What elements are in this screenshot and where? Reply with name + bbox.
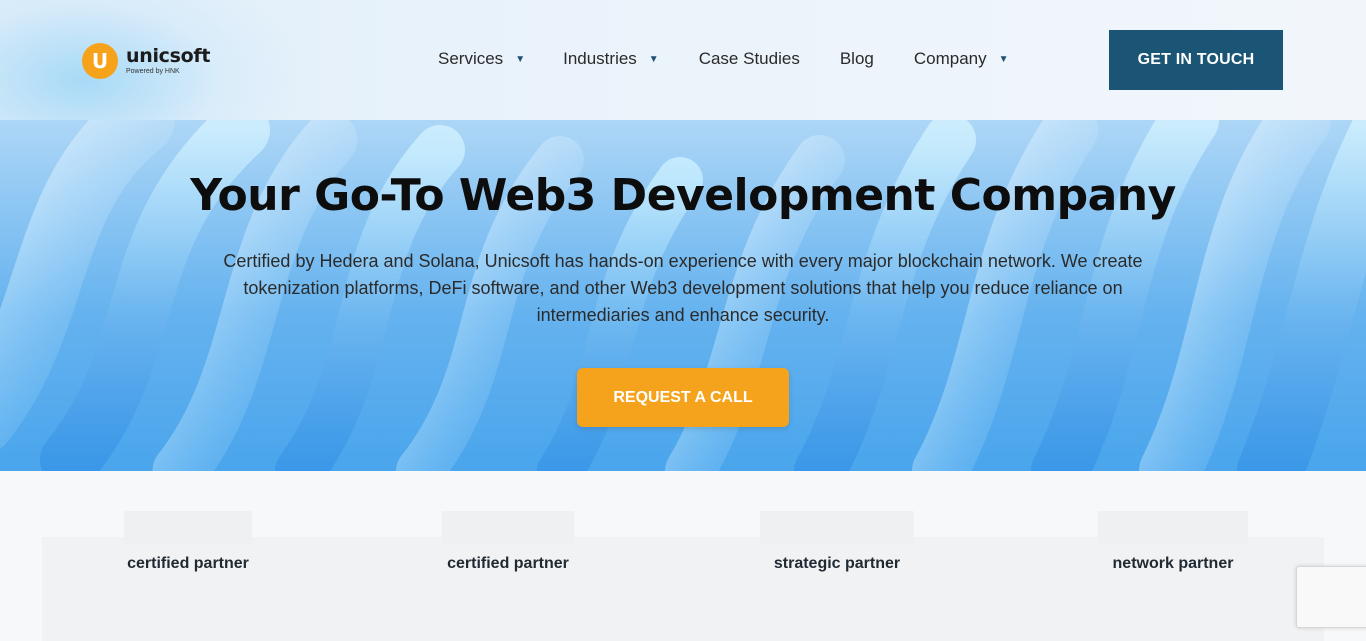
partner-label: certified partner bbox=[447, 555, 569, 572]
hero-description: Certified by Hedera and Solana, Unicsoft… bbox=[223, 251, 1143, 325]
partner-label: network partner bbox=[1112, 555, 1234, 572]
nav-services-label: Services bbox=[438, 49, 504, 68]
logo-mark-icon: U bbox=[82, 43, 118, 79]
nav-services[interactable]: Services ▼ bbox=[438, 48, 525, 70]
caret-down-icon: ▼ bbox=[648, 53, 659, 65]
partners-section: certified partner certified partner stra… bbox=[0, 471, 1366, 641]
partner-label: certified partner bbox=[127, 555, 249, 572]
logo-subtitle: Powered by HNK bbox=[126, 68, 180, 75]
partner-label: strategic partner bbox=[773, 555, 901, 572]
partner-card: network partner bbox=[1095, 511, 1251, 573]
partner-card: certified partner bbox=[430, 511, 586, 573]
nav-industries[interactable]: Industries ▼ bbox=[563, 48, 659, 70]
hero-title: Your Go-To Web3 Development Company bbox=[190, 170, 1176, 221]
partner-logo-placeholder bbox=[124, 511, 252, 545]
partner-card: certified partner bbox=[110, 511, 266, 573]
partner-card: strategic partner bbox=[757, 511, 917, 573]
unicsoft-logo[interactable]: U unicsoft Powered by HNK bbox=[82, 43, 210, 79]
nav-blog[interactable]: Blog bbox=[840, 48, 874, 70]
nav-case-studies[interactable]: Case Studies bbox=[699, 48, 800, 70]
nav-blog-label: Blog bbox=[839, 49, 874, 68]
logo-wordmark: unicsoft Powered by HNK bbox=[126, 45, 211, 76]
nav-industries-label: Industries bbox=[563, 49, 637, 68]
nav-company-label: Company bbox=[913, 49, 987, 68]
get-in-touch-button[interactable]: GET IN TOUCH bbox=[1109, 30, 1283, 90]
partner-logo-placeholder bbox=[760, 511, 914, 545]
request-a-call-button[interactable]: REQUEST A CALL bbox=[577, 368, 789, 427]
caret-down-icon: ▼ bbox=[998, 53, 1009, 65]
recaptcha-badge[interactable] bbox=[1296, 566, 1366, 628]
caret-down-icon: ▼ bbox=[515, 53, 526, 65]
partner-logo-placeholder bbox=[442, 511, 574, 545]
hero-section: Your Go-To Web3 Development Company Cert… bbox=[0, 120, 1366, 471]
logo-name: unicsoft bbox=[126, 45, 211, 67]
nav-company[interactable]: Company ▼ bbox=[914, 48, 1009, 70]
main-nav: Services ▼ Industries ▼ Case Studies Blo… bbox=[438, 48, 1009, 70]
site-header: U unicsoft Powered by HNK Services ▼ Ind… bbox=[0, 0, 1366, 160]
nav-case-studies-label: Case Studies bbox=[698, 49, 800, 68]
partner-logo-placeholder bbox=[1098, 511, 1248, 545]
